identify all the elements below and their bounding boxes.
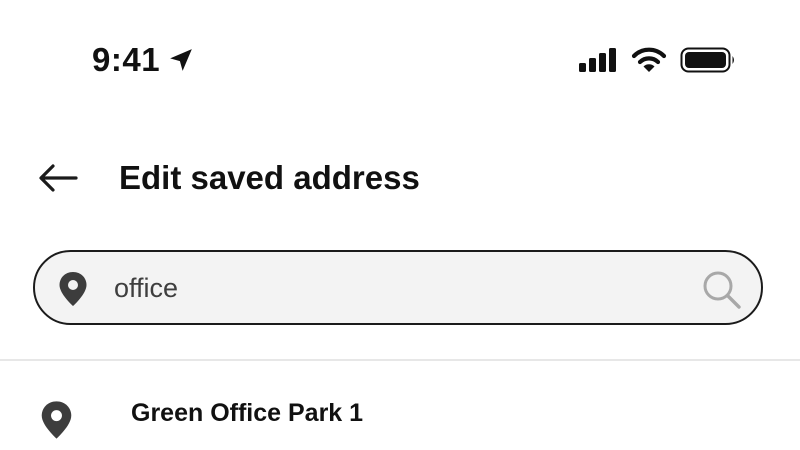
search-input[interactable] xyxy=(114,264,684,312)
result-title: Green Office Park 1 xyxy=(131,399,364,427)
page-title: Edit saved address xyxy=(119,159,420,196)
status-bar: 9:41 xyxy=(0,0,800,110)
status-time-group: 9:41 xyxy=(92,40,194,80)
battery-icon xyxy=(680,47,734,73)
wifi-icon xyxy=(631,47,667,72)
location-arrow-icon xyxy=(170,49,192,71)
page-header: Edit saved address xyxy=(0,150,800,206)
status-time: 9:41 xyxy=(92,41,161,78)
status-icons xyxy=(578,44,736,76)
map-pin-icon xyxy=(41,401,72,439)
list-item[interactable]: Green Office Park 1 xyxy=(0,385,800,450)
map-pin-icon xyxy=(59,272,87,306)
search-icon[interactable] xyxy=(701,269,743,309)
address-search-field[interactable] xyxy=(33,250,763,325)
back-button[interactable] xyxy=(30,156,86,200)
arrow-left-icon xyxy=(39,164,78,192)
cellular-signal-icon xyxy=(579,48,616,72)
divider xyxy=(0,359,800,361)
